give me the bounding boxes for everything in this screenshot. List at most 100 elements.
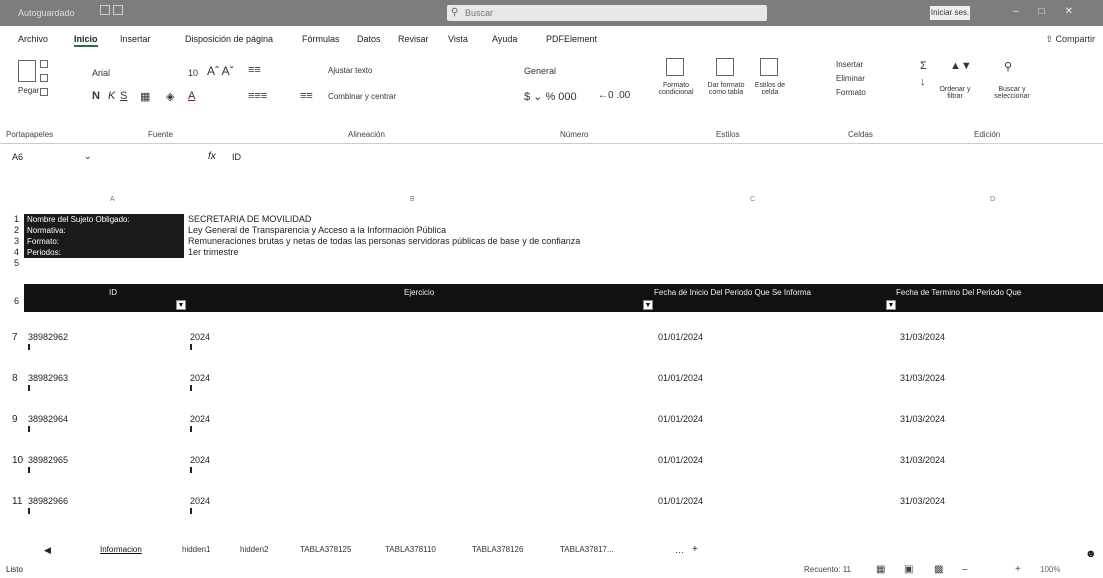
autosum-icon[interactable]: Σ [920, 60, 927, 72]
row-number[interactable]: 7 [12, 332, 18, 343]
format-cells-button[interactable]: Formato [836, 88, 866, 97]
feedback-icon[interactable]: ☻ [1085, 548, 1097, 560]
bold-icon[interactable]: N [92, 90, 100, 102]
meta-label[interactable]: Formato: [24, 236, 184, 247]
meta-value[interactable]: 1er trimestre [188, 247, 239, 258]
cell-fecha-inicio[interactable]: 01/01/2024 [658, 496, 703, 506]
tab-ayuda[interactable]: Ayuda [492, 34, 517, 44]
tab-vista[interactable]: Vista [448, 34, 468, 44]
decimal-icon[interactable]: ←0 .00 [598, 90, 630, 101]
filter-dropdown-icon[interactable]: ▼ [176, 300, 186, 310]
cell-fecha-inicio[interactable]: 01/01/2024 [658, 455, 703, 465]
cell-ejercicio[interactable]: 2024 [190, 332, 210, 342]
column-header-b[interactable]: B [410, 196, 415, 203]
format-table-label[interactable]: Dar formato como tabla [702, 82, 750, 96]
row-number[interactable]: 6 [14, 296, 19, 306]
zoom-out-icon[interactable]: – [962, 564, 968, 575]
header-ejercicio[interactable]: Ejercicio [404, 288, 434, 297]
meta-label[interactable]: Periodos: [24, 247, 184, 258]
name-box-dropdown-icon[interactable]: ⌄ [84, 151, 92, 162]
fx-icon[interactable]: fx [208, 151, 216, 162]
meta-value[interactable]: Ley General de Transparencia y Acceso a … [188, 225, 446, 236]
tab-revisar[interactable]: Revisar [398, 34, 429, 44]
meta-value[interactable]: Remuneraciones brutas y netas de todas l… [188, 236, 580, 247]
meta-label[interactable]: Nombre del Sujeto Obligado: [24, 214, 184, 225]
tab-datos[interactable]: Datos [357, 34, 381, 44]
cell-id[interactable]: 38982962 [28, 332, 68, 342]
filter-dropdown-icon[interactable]: ▼ [886, 300, 896, 310]
window-controls[interactable]: –□✕ [1013, 6, 1093, 17]
sheet-tab[interactable]: hidden1 [182, 545, 210, 554]
font-size-select[interactable]: 10 [188, 68, 198, 78]
page-layout-icon[interactable]: ▣ [904, 564, 913, 575]
filter-dropdown-icon[interactable]: ▼ [643, 300, 653, 310]
column-header-a[interactable]: A [110, 196, 115, 203]
font-color-icon[interactable]: A [188, 90, 195, 102]
number-format-select[interactable]: General [524, 66, 556, 76]
row-number[interactable]: 11 [12, 496, 22, 507]
fill-color-icon[interactable]: ◈ [166, 90, 174, 103]
cell-styles-icon[interactable] [760, 58, 778, 76]
share-button[interactable]: ⇧ Compartir [1045, 34, 1095, 45]
find-icon[interactable]: ⚲ [1004, 60, 1012, 73]
row-number[interactable]: 3 [14, 236, 19, 246]
header-fecha-inicio[interactable]: Fecha de Inicio Del Periodo Que Se Infor… [654, 288, 811, 297]
sheet-nav-icon[interactable]: ◀ [44, 545, 51, 556]
row-number[interactable]: 8 [12, 373, 18, 384]
cell-fecha-termino[interactable]: 31/03/2024 [900, 496, 945, 506]
row-number[interactable]: 9 [12, 414, 18, 425]
normal-view-icon[interactable]: ▦ [876, 564, 885, 575]
grow-font-icon[interactable]: Aˆ Aˇ [207, 64, 234, 78]
tab-formulas[interactable]: Fórmulas [302, 34, 340, 44]
row-number[interactable]: 5 [14, 258, 19, 268]
meta-label[interactable]: Normativa: [24, 225, 184, 236]
row-number[interactable]: 2 [14, 225, 19, 235]
delete-cells-button[interactable]: Eliminar [836, 74, 865, 83]
font-name-select[interactable]: Arial [92, 68, 110, 78]
signin-button[interactable]: Iniciar ses. [930, 6, 970, 20]
cell-fecha-inicio[interactable]: 01/01/2024 [658, 332, 703, 342]
row-number[interactable]: 10 [12, 455, 23, 466]
cell-fecha-termino[interactable]: 31/03/2024 [900, 455, 945, 465]
align-left-icon[interactable]: ≡≡≡ [248, 90, 267, 102]
search-box[interactable]: ⚲ [447, 5, 767, 21]
sheet-tab[interactable]: TABLA378126 [472, 545, 523, 554]
tabs-more-icon[interactable]: … [675, 545, 684, 555]
format-table-icon[interactable] [716, 58, 734, 76]
underline-icon[interactable]: S [120, 90, 127, 102]
tab-archivo[interactable]: Archivo [18, 34, 48, 44]
cell-fecha-inicio[interactable]: 01/01/2024 [658, 414, 703, 424]
header-fecha-termino[interactable]: Fecha de Termino Del Periodo Que [896, 288, 1021, 297]
column-header-d[interactable]: D [990, 196, 995, 203]
page-break-icon[interactable]: ▩ [934, 564, 943, 575]
cell-id[interactable]: 38982964 [28, 414, 68, 424]
insert-cells-button[interactable]: Insertar [836, 60, 863, 69]
cell-ejercicio[interactable]: 2024 [190, 496, 210, 506]
cell-id[interactable]: 38982966 [28, 496, 68, 506]
cell-id[interactable]: 38982965 [28, 455, 68, 465]
header-id[interactable]: ID [109, 288, 117, 297]
align-top-icon[interactable]: ≡≡ [248, 64, 261, 76]
merge-center-button[interactable]: Combinar y centrar [328, 92, 396, 101]
conditional-format-icon[interactable] [666, 58, 684, 76]
row-number[interactable]: 4 [14, 247, 19, 257]
cut-icon[interactable] [40, 60, 48, 68]
italic-icon[interactable]: K [108, 90, 115, 102]
conditional-format-label[interactable]: Formato condicional [650, 82, 702, 96]
save-icon[interactable] [100, 5, 110, 15]
sheet-tab[interactable]: TABLA378125 [300, 545, 351, 554]
cell-fecha-termino[interactable]: 31/03/2024 [900, 332, 945, 342]
add-sheet-icon[interactable]: + [692, 544, 698, 555]
tab-insertar[interactable]: Insertar [120, 34, 151, 44]
sheet-tab[interactable]: hidden2 [240, 545, 268, 554]
paste-icon[interactable] [18, 60, 36, 82]
formula-input[interactable]: ID [232, 152, 241, 162]
sort-filter-label[interactable]: Ordenar y filtrar [938, 86, 972, 100]
format-painter-icon[interactable] [40, 88, 48, 96]
sort-filter-icon[interactable]: ▲▼ [950, 60, 972, 72]
cell-ejercicio[interactable]: 2024 [190, 373, 210, 383]
search-input[interactable] [447, 5, 767, 21]
tab-inicio[interactable]: Inicio [74, 34, 98, 47]
sheet-tab[interactable]: TABLA37817... [560, 545, 614, 554]
cell-fecha-termino[interactable]: 31/03/2024 [900, 373, 945, 383]
